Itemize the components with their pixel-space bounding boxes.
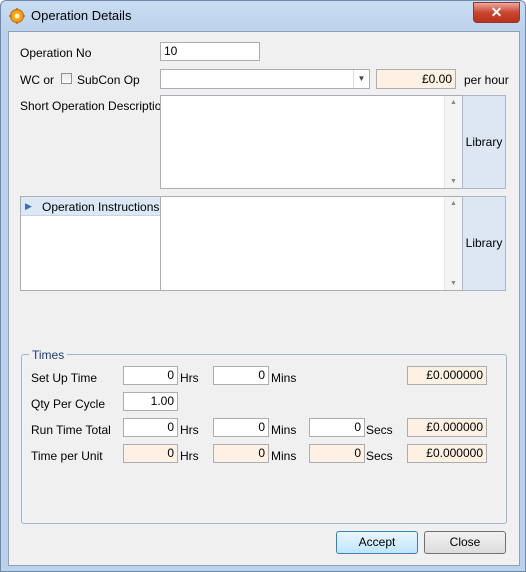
title-bar[interactable]: Operation Details ✕ xyxy=(1,1,525,31)
scroll-down-arrow-icon[interactable]: ▼ xyxy=(450,178,457,185)
unit-secs-field: 0 xyxy=(309,444,365,463)
run-mins-input[interactable]: 0 xyxy=(213,418,269,437)
setup-mins-input[interactable]: 0 xyxy=(213,366,269,385)
dialog-client-area: Operation No 10 WC or SubCon Op ▼ £0.00 … xyxy=(8,31,520,566)
window-close-button[interactable]: ✕ xyxy=(473,2,520,23)
qty-per-cycle-input[interactable]: 1.00 xyxy=(123,392,178,411)
times-group-label: Times xyxy=(29,348,68,362)
run-cost-field: £0.000000 xyxy=(407,418,487,437)
unit-mins-field: 0 xyxy=(213,444,269,463)
operation-no-input[interactable]: 10 xyxy=(160,42,260,61)
run-hrs-unit: Hrs xyxy=(180,423,199,437)
instructions-scrollbar[interactable]: ▲ ▼ xyxy=(444,197,462,290)
run-hrs-input[interactable]: 0 xyxy=(123,418,178,437)
run-time-total-label: Run Time Total xyxy=(31,423,111,437)
subcon-op-checkbox[interactable] xyxy=(61,73,72,84)
per-hour-label: per hour xyxy=(464,73,509,87)
scroll-up-arrow-icon[interactable]: ▲ xyxy=(450,200,457,207)
unit-hrs-field: 0 xyxy=(123,444,178,463)
row-pointer-icon: ▶ xyxy=(25,201,32,211)
instructions-row[interactable]: ▶ Operation Instructions xyxy=(21,197,160,216)
operation-no-label: Operation No xyxy=(20,46,92,60)
setup-cost-field: £0.000000 xyxy=(407,366,487,385)
hourly-rate-field: £0.00 xyxy=(376,69,456,89)
chevron-down-icon[interactable]: ▼ xyxy=(353,70,369,88)
time-per-unit-label: Time per Unit xyxy=(31,449,103,463)
gear-icon xyxy=(9,8,25,24)
setup-hrs-unit: Hrs xyxy=(180,371,199,385)
setup-mins-unit: Mins xyxy=(271,371,297,385)
short-desc-library-button[interactable]: Library xyxy=(462,95,506,189)
unit-mins-unit: Mins xyxy=(271,449,297,463)
qty-per-cycle-label: Qty Per Cycle xyxy=(31,397,106,411)
set-up-time-label: Set Up Time xyxy=(31,371,98,385)
scroll-down-arrow-icon[interactable]: ▼ xyxy=(450,280,457,287)
scroll-up-arrow-icon[interactable]: ▲ xyxy=(450,99,457,106)
unit-cost-field: £0.000000 xyxy=(407,444,487,463)
unit-hrs-unit: Hrs xyxy=(180,449,199,463)
subcon-op-label: SubCon Op xyxy=(77,73,140,87)
instructions-grid: ▶ Operation Instructions xyxy=(20,196,161,291)
setup-hrs-input[interactable]: 0 xyxy=(123,366,178,385)
operation-instructions-textarea[interactable]: ▲ ▼ xyxy=(160,196,463,291)
run-secs-input[interactable]: 0 xyxy=(309,418,365,437)
short-desc-label: Short Operation Description xyxy=(20,99,169,113)
operation-instructions-label: Operation Instructions xyxy=(42,200,160,214)
accept-button[interactable]: Accept xyxy=(336,531,418,554)
window-title: Operation Details xyxy=(31,8,132,23)
work-centre-combo[interactable]: ▼ xyxy=(160,69,370,89)
run-mins-unit: Mins xyxy=(271,423,297,437)
operation-details-window: Operation Details ✕ Operation No 10 WC o… xyxy=(0,0,526,572)
instructions-library-button[interactable]: Library xyxy=(462,196,506,291)
run-secs-unit: Secs xyxy=(366,423,393,437)
unit-secs-unit: Secs xyxy=(366,449,393,463)
close-button[interactable]: Close xyxy=(424,531,506,554)
wc-or-label: WC or xyxy=(20,73,54,87)
short-desc-textarea[interactable]: ▲ ▼ xyxy=(160,95,463,189)
short-desc-scrollbar[interactable]: ▲ ▼ xyxy=(444,96,462,188)
